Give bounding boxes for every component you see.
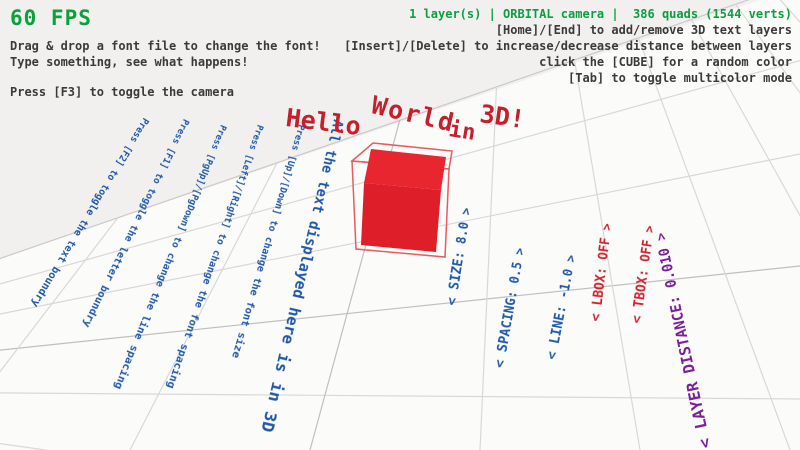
hud-top-right: 1 layer(s) | ORBITAL camera | 386 quads … — [344, 6, 792, 86]
instruction-cube-color: click the [CUBE] for a random color — [344, 54, 792, 70]
hud-top-left: 60 FPS Drag & drop a font file to change… — [10, 6, 321, 100]
instruction-layers: [Home]/[End] to add/remove 3D text layer… — [344, 22, 792, 38]
instruction-multicolor: [Tab] to toggle multicolor mode — [344, 70, 792, 86]
instruction-layer-distance: [Insert]/[Delete] to increase/decrease d… — [344, 38, 792, 54]
headline-word: 3D! — [478, 99, 527, 134]
status-bar: 1 layer(s) | ORBITAL camera | 386 quads … — [344, 6, 792, 22]
instruction-type: Type something, see what happens! — [10, 54, 321, 70]
fps-counter: 60 FPS — [10, 6, 321, 30]
cube-front-face — [361, 183, 441, 252]
instruction-camera-toggle: Press [F3] to toggle the camera — [10, 84, 321, 100]
instruction-drag-drop: Drag & drop a font file to change the fo… — [10, 38, 321, 54]
app-viewport: All the text displayed here is in 3D Pre… — [0, 0, 800, 450]
headline-word: in — [447, 117, 477, 146]
